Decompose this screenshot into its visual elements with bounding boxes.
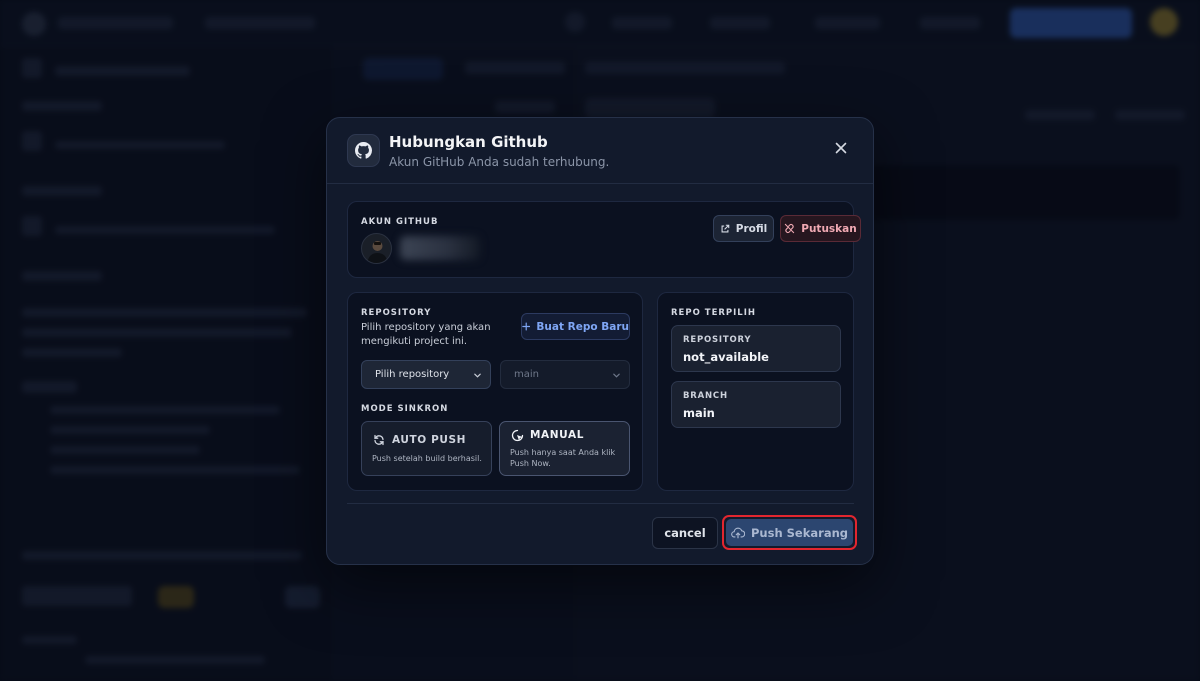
cloud-upload-icon xyxy=(731,527,745,538)
modal-header: Hubungkan Github Akun GitHub Anda sudah … xyxy=(327,118,873,184)
disconnect-button[interactable]: Putuskan xyxy=(780,215,861,242)
plus-icon xyxy=(522,322,531,331)
refresh-icon xyxy=(374,434,384,446)
cancel-button[interactable]: cancel xyxy=(652,517,718,549)
github-account-card: AKUN GITHUB Profil Putuskan xyxy=(347,201,861,278)
repository-card: REPOSITORY Pilih repository yang akan me… xyxy=(347,292,643,491)
new-repo-button[interactable]: Buat Repo Baru xyxy=(521,313,630,340)
mode-manual[interactable]: MANUAL Push hanya saat Anda klik Push No… xyxy=(499,421,630,476)
chevron-down-icon xyxy=(613,373,620,378)
unlink-icon xyxy=(785,223,795,234)
close-icon xyxy=(835,142,847,154)
account-label: AKUN GITHUB xyxy=(361,217,439,227)
github-icon xyxy=(347,134,380,167)
modal-subtitle: Akun GitHub Anda sudah terhubung. xyxy=(389,155,610,169)
selected-branch-value: main xyxy=(683,406,715,420)
repository-description: Pilih repository yang akan mengikuti pro… xyxy=(361,322,491,347)
mode-auto-push[interactable]: AUTO PUSH Push setelah build berhasil. xyxy=(361,421,492,476)
avatar xyxy=(361,233,392,264)
branch-select-value: main xyxy=(514,369,539,380)
close-button[interactable] xyxy=(831,138,851,158)
footer-divider xyxy=(347,503,854,504)
profile-button-label: Profil xyxy=(735,222,768,235)
chevron-down-icon xyxy=(474,373,481,378)
mode-manual-description: Push hanya saat Anda klik Push Now. xyxy=(510,448,616,468)
pointer-click-icon xyxy=(511,429,524,442)
push-now-button[interactable]: Push Sekarang xyxy=(726,519,853,546)
selected-branch-box: BRANCH main xyxy=(671,381,841,428)
disconnect-button-label: Putuskan xyxy=(801,222,857,235)
repository-select-value: Pilih repository xyxy=(375,369,450,380)
selected-repo-card: REPO TERPILIH REPOSITORY not_available B… xyxy=(657,292,854,491)
selected-branch-key: BRANCH xyxy=(683,391,728,401)
account-name-blurred xyxy=(400,236,480,260)
selected-repository-key: REPOSITORY xyxy=(683,335,752,345)
external-link-icon xyxy=(721,224,730,232)
repository-select[interactable]: Pilih repository xyxy=(361,360,491,389)
github-connect-modal: Hubungkan Github Akun GitHub Anda sudah … xyxy=(326,117,874,565)
selected-repository-box: REPOSITORY not_available xyxy=(671,325,841,372)
sync-mode-label: MODE SINKRON xyxy=(361,404,449,414)
profile-button[interactable]: Profil xyxy=(713,215,774,242)
branch-select[interactable]: main xyxy=(500,360,630,389)
cancel-button-label: cancel xyxy=(664,526,706,540)
push-now-button-label: Push Sekarang xyxy=(751,525,848,540)
selected-repo-label: REPO TERPILIH xyxy=(671,308,757,318)
modal-title: Hubungkan Github xyxy=(389,133,548,151)
repository-label: REPOSITORY xyxy=(361,308,432,318)
mode-manual-title: MANUAL xyxy=(530,429,584,441)
selected-repository-value: not_available xyxy=(683,350,769,364)
mode-auto-title: AUTO PUSH xyxy=(392,434,467,446)
mode-auto-description: Push setelah build berhasil. xyxy=(372,454,482,463)
new-repo-button-label: Buat Repo Baru xyxy=(536,320,629,333)
